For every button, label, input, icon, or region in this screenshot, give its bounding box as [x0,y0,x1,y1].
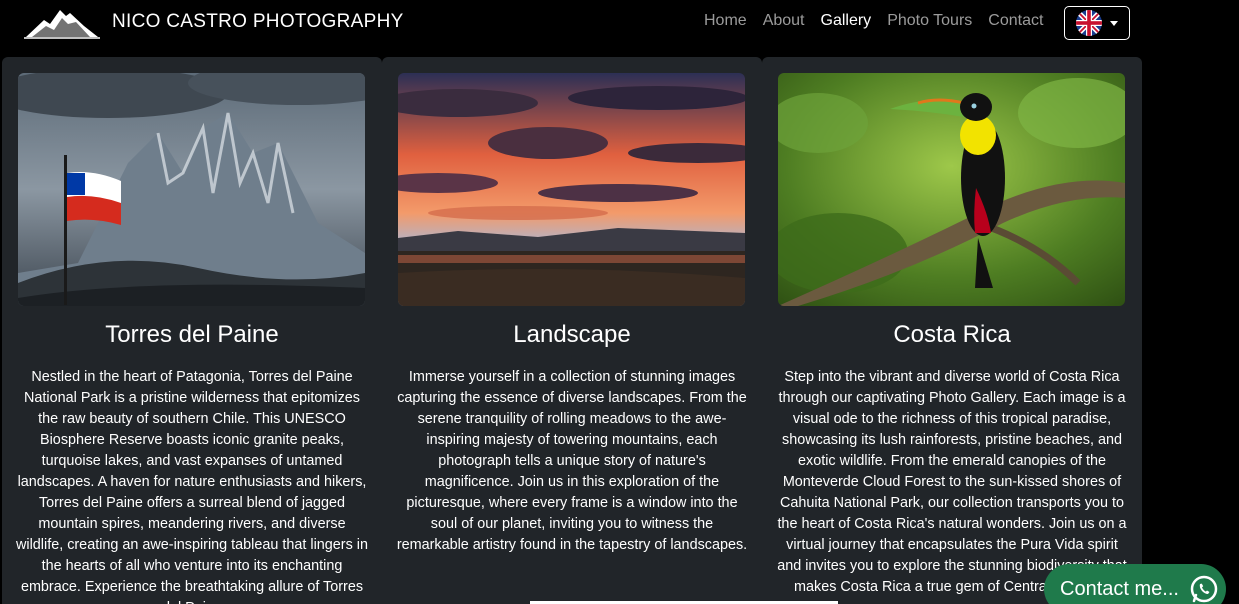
whatsapp-icon [1190,575,1218,603]
card-title: Costa Rica [893,321,1011,348]
card-title: Torres del Paine [105,321,279,348]
nav-contact[interactable]: Contact [988,12,1043,30]
contact-me-button[interactable]: Contact me... [1044,564,1226,604]
gallery-card-costa-rica[interactable]: Costa Rica Step into the vibrant and div… [762,57,1142,604]
nav-photo-tours[interactable]: Photo Tours [887,12,972,30]
nav-home[interactable]: Home [704,12,747,30]
uk-flag-icon [1076,10,1102,36]
nav-gallery[interactable]: Gallery [821,12,872,30]
card-title: Landscape [513,321,631,348]
nav-links: Home About Gallery Photo Tours Contact [704,12,1043,30]
gallery-card-torres-del-paine[interactable]: Torres del Paine Nestled in the heart of… [2,57,382,604]
brand[interactable]: NICO CASTRO PHOTOGRAPHY [24,4,404,40]
navbar: NICO CASTRO PHOTOGRAPHY Home About Galle… [0,0,1239,48]
sunset-landscape-photo[interactable] [398,73,745,306]
brand-name: NICO CASTRO PHOTOGRAPHY [112,11,404,32]
nav-about[interactable]: About [763,12,805,30]
mountain-logo-icon [24,10,100,39]
contact-me-label: Contact me... [1060,577,1179,600]
gallery-card-landscape[interactable]: Landscape Immerse yourself in a collecti… [382,57,762,604]
toucan-photo[interactable] [778,73,1125,306]
card-description: Immerse yourself in a collection of stun… [396,369,748,553]
torres-del-paine-photo[interactable] [18,73,365,306]
language-dropdown-button[interactable] [1064,6,1130,40]
chevron-down-icon [1110,20,1118,26]
card-description: Nestled in the heart of Patagonia, Torre… [16,369,368,604]
